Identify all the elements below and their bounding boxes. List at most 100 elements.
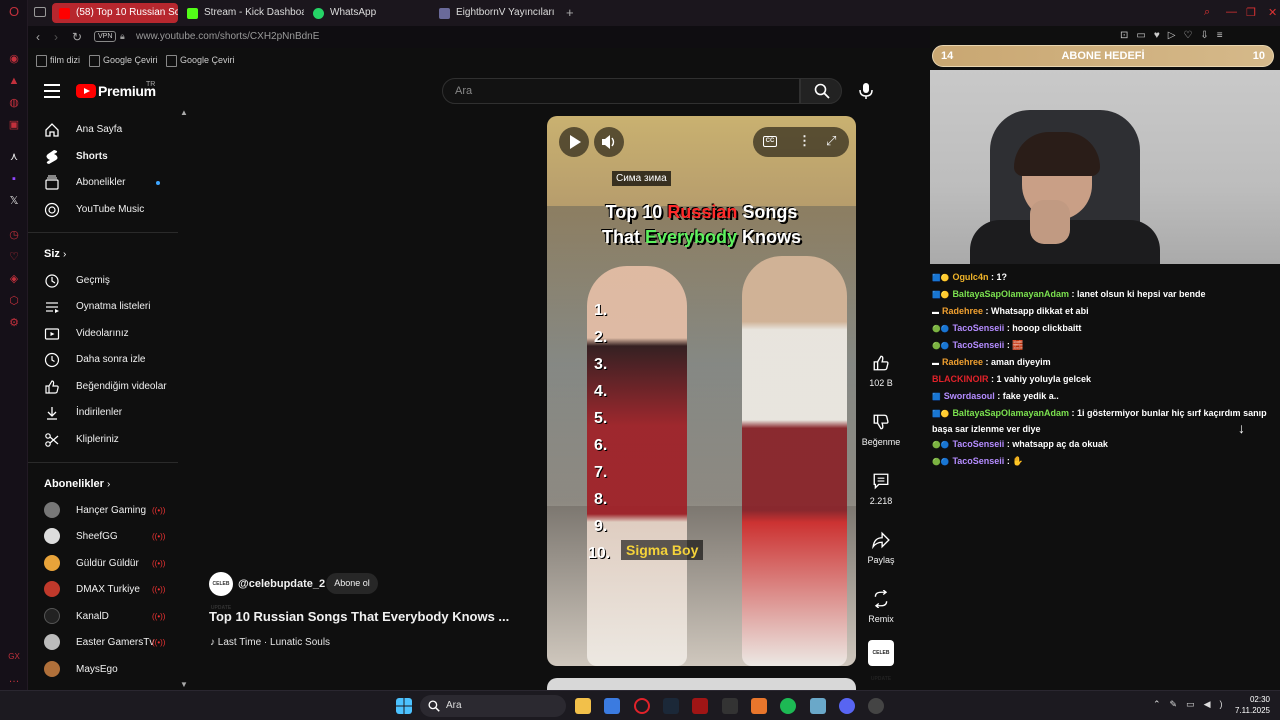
sidebar-item-downloads[interactable]: İndirilenler: [28, 400, 178, 426]
live-icon: ((•)): [152, 532, 166, 541]
subscription-maysego[interactable]: MaysEgo: [28, 657, 178, 683]
you-section-header[interactable]: Siz ›: [44, 248, 66, 260]
rail-messenger-icon[interactable]: ◍: [7, 96, 21, 110]
taskbar-search[interactable]: Ara: [420, 695, 566, 717]
rail-settings-icon[interactable]: ⚙: [7, 316, 21, 330]
tab-kick-dashboard[interactable]: Stream - Kick Dashboard: [180, 3, 304, 23]
rail-history-icon[interactable]: ◷: [7, 228, 21, 242]
epic-games-icon[interactable]: [722, 698, 738, 714]
chat-message: 🟦🟡 Ogulc4n : 1?: [932, 270, 1277, 286]
chat-message: 🟢🔵 TacoSenseii : whatsapp aç da okuak: [932, 437, 1277, 453]
lock-icon[interactable]: 🔒︎: [120, 31, 125, 42]
rail-heart-icon[interactable]: ♡: [7, 250, 21, 264]
rail-kick-icon[interactable]: ⋏: [7, 150, 21, 164]
subscription-hancer-gaming[interactable]: Hançer Gaming ((•)): [28, 498, 178, 524]
bookmark-google-ceviri-1[interactable]: Google Çeviri: [89, 55, 158, 67]
sidebar-item-shorts[interactable]: Shorts: [28, 144, 178, 170]
sidebar-item-your-videos[interactable]: Videolarınız: [28, 321, 178, 347]
menu-icon[interactable]: [44, 84, 60, 98]
discord-icon[interactable]: [839, 698, 855, 714]
comments-button[interactable]: 2.218: [860, 472, 902, 506]
search-input[interactable]: Ara: [442, 78, 800, 104]
sidebar-item-liked-videos[interactable]: Beğendiğim videolar: [28, 374, 178, 400]
bookmark-google-ceviri-2[interactable]: Google Çeviri: [166, 55, 235, 67]
music-credit[interactable]: ♪ Last Time · Lunatic Souls: [210, 637, 330, 648]
rail-pin-icon[interactable]: ◈: [7, 272, 21, 286]
live-icon: ((•)): [152, 638, 166, 647]
sidebar-item-history[interactable]: Geçmiş: [28, 268, 178, 294]
new-tab-button[interactable]: +: [566, 5, 574, 20]
captions-icon[interactable]: CC: [763, 136, 777, 147]
rail-gx-icon[interactable]: GX: [7, 650, 21, 664]
url-field[interactable]: www.youtube.com/shorts/CXH2pNnBdnE: [136, 31, 319, 42]
subscription-sheefgg[interactable]: SheefGG ((•)): [28, 524, 178, 550]
subscription-dmax-turkiye[interactable]: DMAX Turkiye ((•)): [28, 577, 178, 603]
app-icon[interactable]: [810, 698, 826, 714]
sidebar-scroll-down-icon[interactable]: ▼: [180, 680, 188, 689]
file-explorer-icon[interactable]: [575, 698, 591, 714]
subscription-kanald[interactable]: KanalD ((•)): [28, 604, 178, 630]
minimize-button[interactable]: —: [1226, 6, 1237, 18]
volume-button[interactable]: [594, 127, 624, 157]
sidebar-scroll-up-icon[interactable]: ▲: [180, 108, 188, 117]
tab-eightbornv[interactable]: EightbornV Yayıncıları: [432, 3, 558, 23]
steam-icon[interactable]: [663, 698, 679, 714]
tab-menu-icon[interactable]: [34, 7, 46, 17]
system-tray-icons[interactable]: ⌃✎▭◀): [1153, 699, 1232, 710]
obs-icon[interactable]: [868, 698, 884, 714]
channel-avatar[interactable]: CELEB UPDATE: [209, 572, 233, 611]
forward-button[interactable]: ›: [54, 30, 58, 44]
fullscreen-icon[interactable]: ⤢: [826, 133, 836, 149]
rail-more-icon[interactable]: …: [7, 672, 21, 686]
like-button[interactable]: 102 B: [860, 354, 902, 388]
windows-start-icon[interactable]: [396, 698, 412, 714]
remix-button[interactable]: Remix: [860, 590, 902, 624]
rail-x-icon[interactable]: 𝕏: [7, 194, 21, 208]
next-short-preview[interactable]: [547, 678, 856, 690]
subscribe-button[interactable]: Abone ol: [326, 573, 378, 594]
game-launcher-icon[interactable]: [692, 698, 708, 714]
sidebar-item-watch-later[interactable]: Daha sonra izle: [28, 347, 178, 373]
short-title[interactable]: Top 10 Russian Songs That Everybody Know…: [209, 609, 509, 624]
dislike-button[interactable]: Beğenme: [860, 413, 902, 447]
share-button[interactable]: Paylaş: [860, 531, 902, 565]
rail-ai-icon[interactable]: ▲: [7, 74, 21, 88]
rail-twitch-icon[interactable]: ▪: [7, 172, 21, 186]
sidebar-item-subscriptions[interactable]: Abonelikler: [28, 170, 178, 196]
close-window-button[interactable]: ✕: [1268, 6, 1277, 19]
channel-name[interactable]: @celebupdate_2: [238, 578, 325, 590]
maximize-button[interactable]: ❐: [1246, 6, 1256, 19]
subscriptions-section-header[interactable]: Abonelikler ›: [44, 478, 110, 490]
chat-badges-icon: 🟢🔵: [932, 326, 950, 333]
sidebar-item-youtube-music[interactable]: YouTube Music: [28, 197, 178, 223]
more-options-icon[interactable]: ⋮: [798, 133, 811, 149]
avatar: [44, 528, 60, 544]
subscription-easter-gamerstv[interactable]: Easter GamersTv ((•)): [28, 630, 178, 656]
vpn-badge[interactable]: VPN: [94, 31, 117, 42]
voice-search-button[interactable]: [858, 82, 874, 100]
rail-extensions-icon[interactable]: ⬡: [7, 294, 21, 308]
chat-scroll-down-icon[interactable]: ↓: [1238, 420, 1245, 436]
sidebar-item-playlists[interactable]: Oynatma listeleri: [28, 294, 178, 320]
taskbar-clock[interactable]: 02:30 7.11.2025: [1232, 694, 1270, 716]
search-button[interactable]: [800, 78, 842, 104]
rail-mail-icon[interactable]: ▣: [7, 118, 21, 132]
tab-youtube[interactable]: (58) Top 10 Russian Song: [52, 3, 178, 23]
vlc-icon[interactable]: [751, 698, 767, 714]
sidebar-item-clips[interactable]: Klipleriniz: [28, 427, 178, 453]
spotify-icon[interactable]: [780, 698, 796, 714]
channel-thumbnail[interactable]: CELEB UPDATE: [868, 640, 894, 682]
sidebar-item-home[interactable]: Ana Sayfa: [28, 117, 178, 143]
play-button[interactable]: [559, 127, 589, 157]
opera-logo-icon[interactable]: O: [7, 5, 21, 19]
toolbar-icons[interactable]: ⊡▭♥▷♡⇩≡: [1120, 30, 1280, 44]
back-button[interactable]: ‹: [36, 30, 40, 44]
reload-button[interactable]: ↻: [72, 30, 82, 44]
subscription-guldur-guldur[interactable]: Güldür Güldür ((•)): [28, 551, 178, 577]
rail-speed-dial-icon[interactable]: ◉: [7, 52, 21, 66]
opera-gx-taskbar-icon[interactable]: [634, 698, 650, 714]
microsoft-store-icon[interactable]: [604, 698, 620, 714]
bookmark-film-dizi[interactable]: film dizi: [36, 55, 80, 67]
tab-whatsapp[interactable]: WhatsApp: [306, 3, 430, 23]
search-tabs-icon[interactable]: ⌕: [1204, 6, 1210, 19]
